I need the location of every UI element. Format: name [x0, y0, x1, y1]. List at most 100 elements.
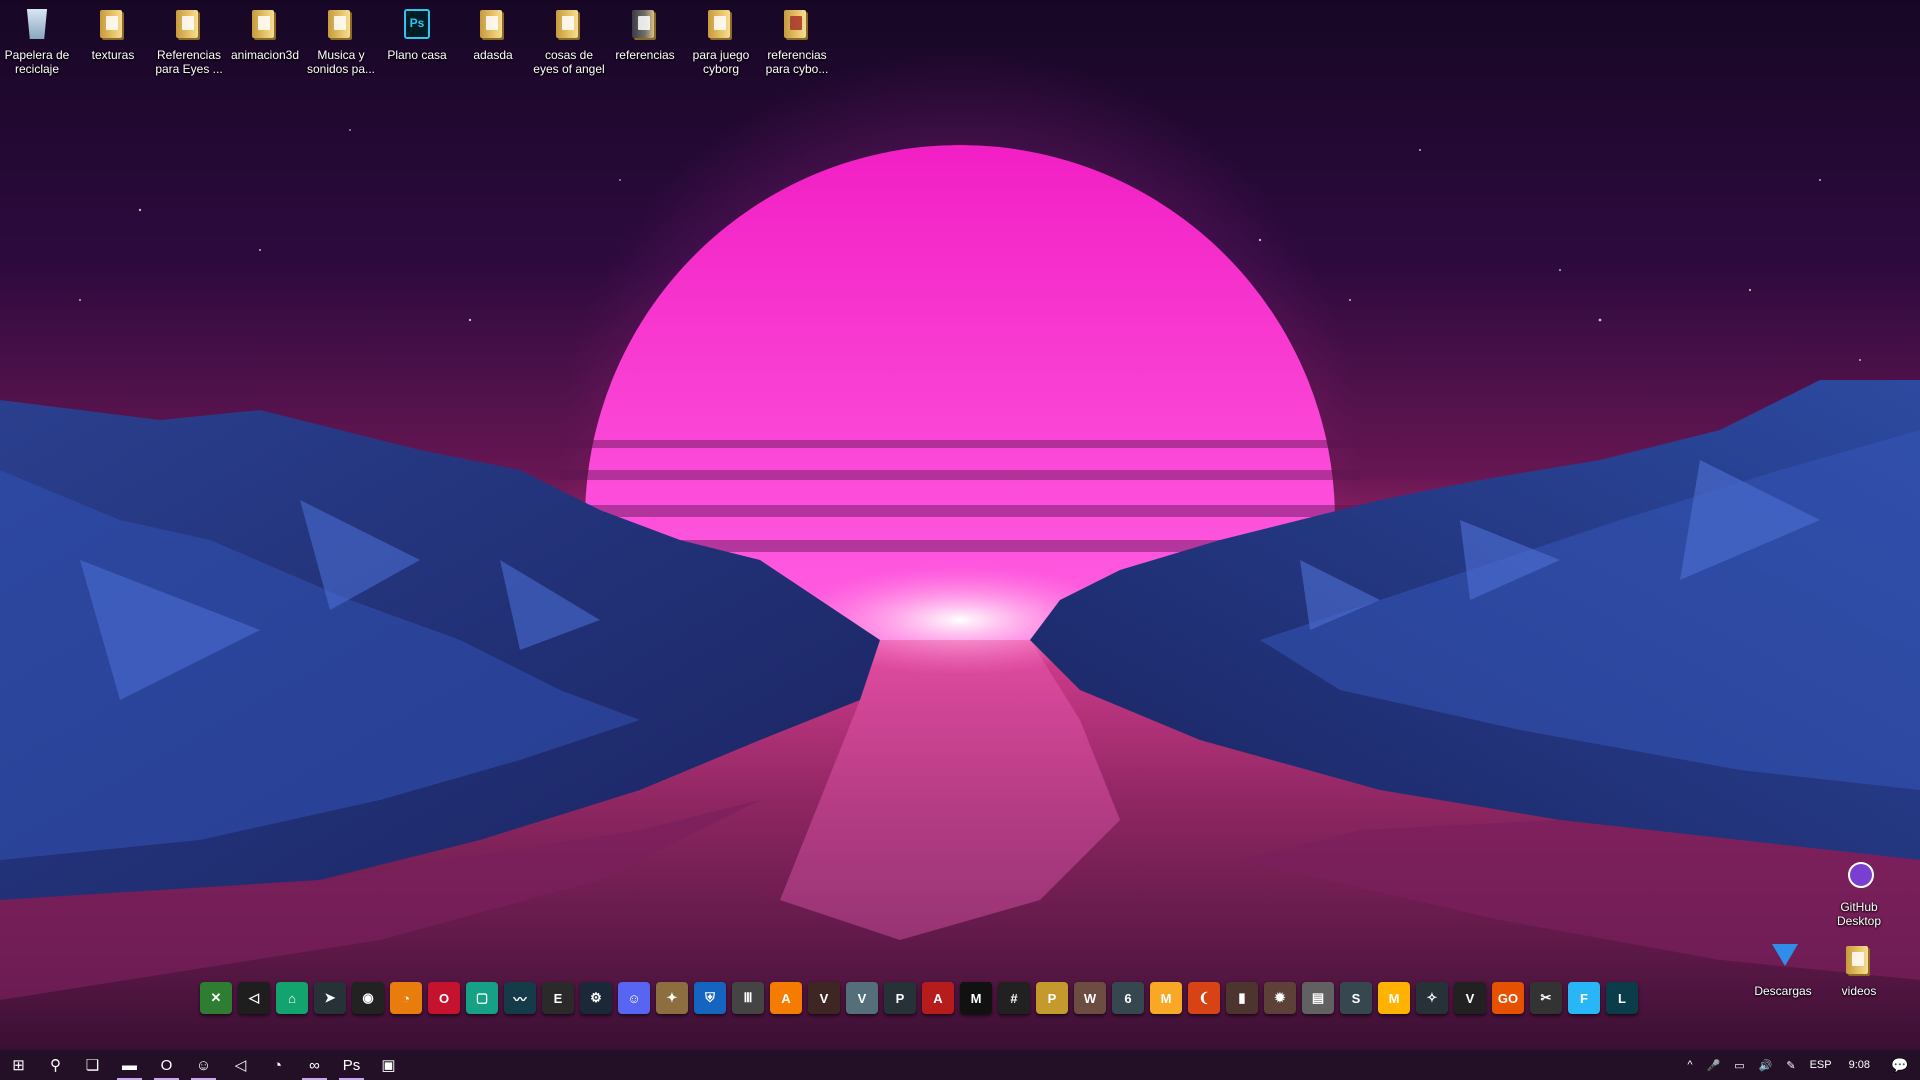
apex-icon[interactable]: A [770, 982, 802, 1014]
metro-icon[interactable]: M [1150, 982, 1182, 1014]
desktop-icon-label: para juego cyborg [692, 48, 750, 76]
blender-icon[interactable]: ◔ [390, 982, 422, 1014]
xbox-icon[interactable]: ✕ [200, 982, 232, 1014]
desktop-icon-recycle[interactable]: Papelera de reciclaje [0, 6, 75, 76]
folder-icon [248, 6, 282, 44]
folder-icon [704, 6, 738, 44]
folder-icon [780, 6, 814, 44]
game-6-icon[interactable]: ✧ [1416, 982, 1448, 1014]
search-icon[interactable]: ⚲ [37, 1050, 74, 1080]
obs-icon[interactable]: ◉ [352, 982, 384, 1014]
app-teal-icon[interactable]: ▢ [466, 982, 498, 1014]
desktop-icon-plano[interactable]: Ps Plano casa [379, 6, 455, 62]
discord-taskbar-icon[interactable]: ☺ [185, 1050, 222, 1080]
app-taskbar-icon[interactable]: ▣ [370, 1050, 407, 1080]
game-3-icon[interactable]: ▮ [1226, 982, 1258, 1014]
opera-taskbar-icon[interactable]: O [148, 1050, 185, 1080]
smite-icon[interactable]: S [1340, 982, 1372, 1014]
desktop-icon-texturas[interactable]: texturas [75, 6, 151, 62]
game-1-icon[interactable]: ✦ [656, 982, 688, 1014]
desktop-icon-label: referencias [615, 48, 675, 62]
desktop-icon-label: Musica y sonidos pa... [306, 48, 376, 76]
desktop-icon-descargas[interactable]: Descargas [1745, 942, 1821, 998]
desktop-icon-label: videos [1841, 984, 1877, 998]
desktop-icon-github[interactable]: GitHub Desktop [1821, 858, 1897, 928]
windows-taskbar: ⊞ ⚲ ❏ ▬ O ☺ ◁ ◔ ∞ Ps ▣ ^ 🎤 ▭ 🔊 ✎ ESP 9:08 💬 [0, 1050, 1920, 1080]
desktop-icon-label: Referencias para Eyes ... [155, 48, 223, 76]
folder-icon [172, 6, 206, 44]
folder-icon [552, 6, 586, 44]
gta-icon[interactable]: V [846, 982, 878, 1014]
desktop-icon-videos[interactable]: videos [1821, 942, 1897, 998]
recycle-bin-icon [20, 6, 54, 44]
notification-center-icon[interactable]: 💬 [1880, 1057, 1920, 1074]
valorant-icon[interactable]: V [1454, 982, 1486, 1014]
show-hidden-icons-button[interactable]: ^ [1680, 1059, 1699, 1071]
rocket-league-icon[interactable]: ⛨ [694, 982, 726, 1014]
file-explorer-icon[interactable]: ▬ [111, 1050, 148, 1080]
desktop-icon-refs-eyes[interactable]: Referencias para Eyes ... [151, 6, 227, 76]
desktop-icon-label: GitHub Desktop [1836, 900, 1882, 928]
desktop-icon-label: animacion3d [230, 48, 300, 62]
task-view-icon[interactable]: ❏ [74, 1050, 111, 1080]
unity-taskbar-icon[interactable]: ◁ [222, 1050, 259, 1080]
steam-icon[interactable]: ⚙ [580, 982, 612, 1014]
opera-icon[interactable]: O [428, 982, 460, 1014]
input-language[interactable]: ESP [1803, 1059, 1839, 1071]
game-m-icon[interactable]: M [1378, 982, 1410, 1014]
pubg-icon[interactable]: P [1036, 982, 1068, 1014]
paladins-icon[interactable]: P [884, 982, 916, 1014]
app-arrow-icon[interactable]: ➤ [314, 982, 346, 1014]
fortnite-icon[interactable]: F [1568, 982, 1600, 1014]
desktop-icon-label: Plano casa [387, 48, 447, 62]
game-5-icon[interactable]: ▤ [1302, 982, 1334, 1014]
folder-icon [476, 6, 510, 44]
desktop-icon-refs-cybo[interactable]: referencias para cybo... [759, 6, 835, 76]
game-4-icon[interactable]: ✹ [1264, 982, 1296, 1014]
albion-icon[interactable]: A [922, 982, 954, 1014]
desktop-icon-label: Descargas [1754, 984, 1812, 998]
desktop-icon-label: cosas de eyes of angel [533, 48, 605, 76]
volume-icon[interactable]: 🔊 [1752, 1059, 1780, 1072]
desktop-icon-musica[interactable]: Musica y sonidos pa... [303, 6, 379, 76]
wow-icon[interactable]: W [1074, 982, 1106, 1014]
league-icon[interactable]: L [1606, 982, 1638, 1014]
desktop-icon-animacion3d[interactable]: animacion3d [227, 6, 303, 62]
system-tray: ^ 🎤 ▭ 🔊 ✎ ESP 9:08 💬 [1680, 1050, 1920, 1080]
system-clock[interactable]: 9:08 [1839, 1059, 1880, 1071]
app-green-icon[interactable]: ⌂ [276, 982, 308, 1014]
github-taskbar-icon[interactable]: ◔ [259, 1050, 296, 1080]
visual-studio-taskbar-icon[interactable]: ∞ [296, 1050, 333, 1080]
desktop-icon-label: referencias para cybo... [765, 48, 829, 76]
photoshop-taskbar-icon[interactable]: Ps [333, 1050, 370, 1080]
discord-icon[interactable]: ☺ [618, 982, 650, 1014]
game-2-icon[interactable]: ❨ [1188, 982, 1220, 1014]
epic-games-icon[interactable]: E [542, 982, 574, 1014]
desktop-wallpaper [0, 0, 1920, 1050]
downloads-icon [1766, 942, 1800, 980]
desktop-icon-juego[interactable]: para juego cyborg [683, 6, 759, 76]
unity-icon[interactable]: ◁ [238, 982, 270, 1014]
vampire-icon[interactable]: V [808, 982, 840, 1014]
desktop-icon-label: texturas [91, 48, 135, 62]
game-hash-icon[interactable]: # [998, 982, 1030, 1014]
waveform-icon[interactable]: 〰 [504, 982, 536, 1014]
game-7-icon[interactable]: ✂ [1530, 982, 1562, 1014]
mw-icon[interactable]: M [960, 982, 992, 1014]
game-launcher-dock: ✕ ◁ ⌂ ➤ ◉ ◔ O ▢ 〰 E ⚙ ☺ ✦ ⛨ Ⅲ A V V P A M # P W 6 M ❨ ▮ ✹ ▤ S M ✧ V GO ✂ F L [200, 982, 1638, 1014]
start-button[interactable]: ⊞ [0, 1050, 37, 1080]
desktop-icon-cosas[interactable]: cosas de eyes of angel [531, 6, 607, 76]
microphone-icon[interactable]: 🎤 [1700, 1059, 1728, 1072]
rainbow-six-icon[interactable]: 6 [1112, 982, 1144, 1014]
folder-icon [96, 6, 130, 44]
csgo-icon[interactable]: GO [1492, 982, 1524, 1014]
dead-by-daylight-icon[interactable]: Ⅲ [732, 982, 764, 1014]
folder-icon [1842, 942, 1876, 980]
desktop-icon-referencias[interactable]: referencias [607, 6, 683, 62]
github-desktop-icon [1842, 858, 1876, 896]
photoshop-file-icon: Ps [400, 6, 434, 44]
pen-workspace-icon[interactable]: ✎ [1779, 1059, 1802, 1072]
network-icon[interactable]: ▭ [1727, 1059, 1751, 1072]
desktop-icon-adasda[interactable]: adasda [455, 6, 531, 62]
folder-icon [628, 6, 662, 44]
